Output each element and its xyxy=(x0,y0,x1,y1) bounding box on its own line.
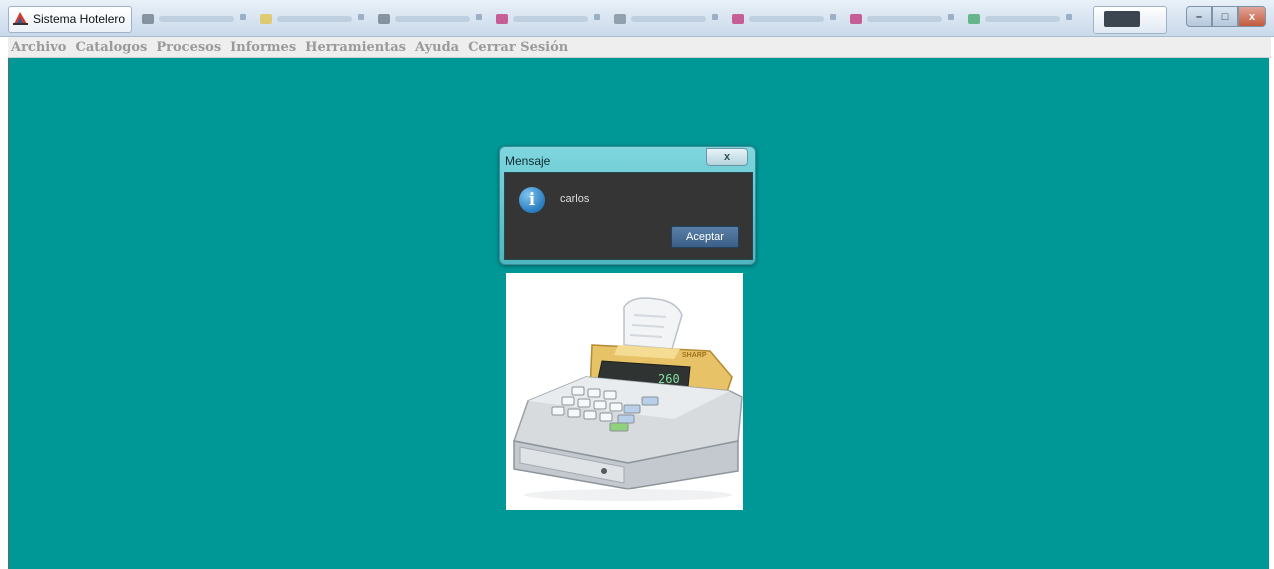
taskbar-tab[interactable] xyxy=(378,10,488,28)
app-icon xyxy=(13,12,28,25)
maximize-button[interactable]: □ xyxy=(1212,6,1239,27)
dialog-close-button[interactable]: x xyxy=(706,148,748,166)
menu-procesos[interactable]: Procesos xyxy=(156,40,221,55)
menu-informes[interactable]: Informes xyxy=(230,40,296,55)
menu-bar: Archivo Catalogos Procesos Informes Herr… xyxy=(8,37,1271,58)
new-tab-area[interactable] xyxy=(1093,6,1167,34)
cash-register-icon: 260 SHARP xyxy=(513,297,743,501)
register-brand: SHARP xyxy=(682,352,707,359)
cash-register-image: 260 SHARP xyxy=(506,273,743,510)
menu-ayuda[interactable]: Ayuda xyxy=(415,40,459,55)
menu-archivo[interactable]: Archivo xyxy=(11,40,66,55)
title-bar: Sistema Hotelero – □ x xyxy=(0,0,1274,37)
dialog-title: Mensaje xyxy=(505,154,551,168)
desktop-pane: 260 SHARP xyxy=(8,58,1269,569)
dialog-message: carlos xyxy=(560,193,590,205)
info-icon: i xyxy=(519,187,545,213)
taskbar-tab[interactable] xyxy=(142,10,252,28)
menu-catalogos[interactable]: Catalogos xyxy=(75,40,147,55)
taskbar-tabs xyxy=(138,8,1083,30)
aceptar-button[interactable]: Aceptar xyxy=(671,226,739,248)
taskbar-tab[interactable] xyxy=(614,10,724,28)
menu-herramientas[interactable]: Herramientas xyxy=(305,40,406,55)
dialog-body: i carlos Aceptar xyxy=(504,172,753,260)
window-title: Sistema Hotelero xyxy=(33,12,126,26)
window-controls: – □ x xyxy=(1186,6,1266,27)
minimize-button[interactable]: – xyxy=(1186,6,1213,27)
message-dialog: Mensaje x i carlos Aceptar xyxy=(499,146,756,265)
menu-cerrar-sesion[interactable]: Cerrar Sesión xyxy=(468,40,568,55)
close-button[interactable]: x xyxy=(1238,6,1266,27)
taskbar-tab[interactable] xyxy=(968,10,1078,28)
taskbar-tab[interactable] xyxy=(260,10,370,28)
taskbar-tab[interactable] xyxy=(732,10,842,28)
taskbar-tab[interactable] xyxy=(850,10,960,28)
taskbar-tab[interactable] xyxy=(496,10,606,28)
